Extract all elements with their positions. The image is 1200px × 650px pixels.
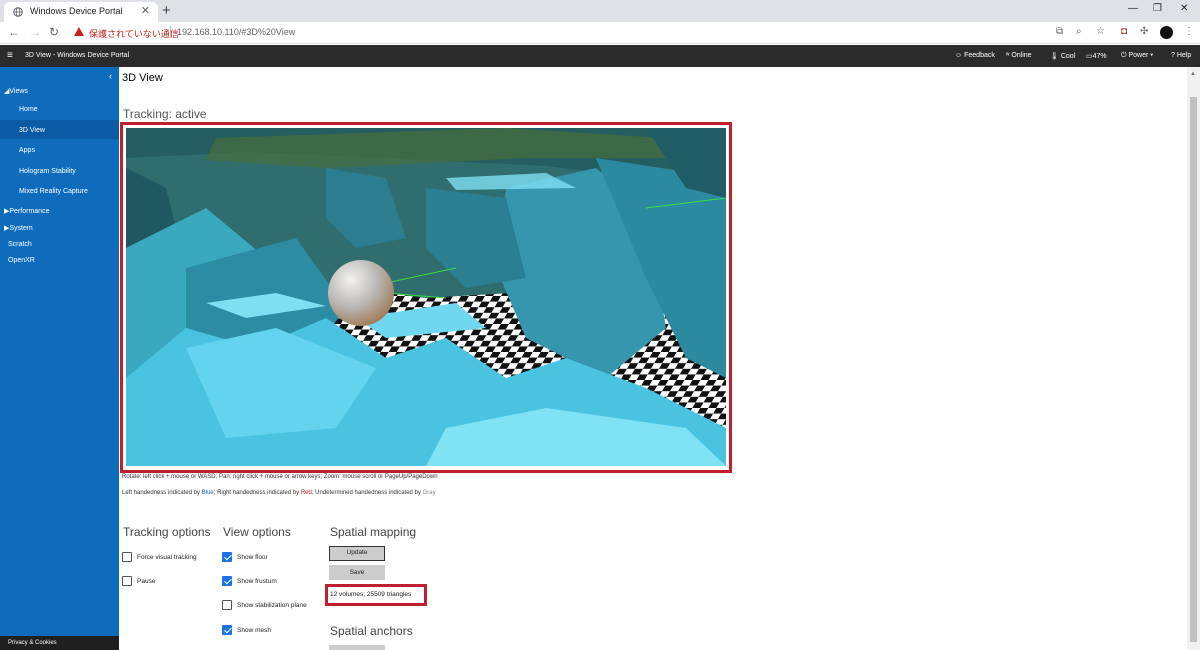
- feedback-button[interactable]: ☺ Feedback: [955, 52, 995, 59]
- address-bar[interactable]: 192.168.10.110/#3D%20View: [177, 27, 295, 37]
- tracking-status: Tracking: active: [123, 107, 207, 121]
- reload-icon[interactable]: ↻: [49, 25, 59, 39]
- sidebar-item-openxr[interactable]: OpenXR: [8, 257, 35, 264]
- battery-icon: ▭: [1086, 53, 1093, 60]
- help-icon: ?: [1171, 52, 1175, 59]
- save-button[interactable]: Save: [329, 565, 385, 580]
- mesh-stats: 12 volumes; 25509 triangles: [325, 584, 427, 606]
- 3d-viewport[interactable]: [126, 128, 726, 466]
- translate-icon[interactable]: ⧉: [1056, 26, 1063, 37]
- window-close-icon[interactable]: ✕: [1180, 3, 1188, 14]
- profile-avatar[interactable]: [1160, 26, 1173, 39]
- security-warning-label[interactable]: 保護されていない通信: [89, 27, 179, 40]
- page-scrollbar[interactable]: ▲: [1187, 67, 1200, 650]
- viewer-highlight-frame: [120, 122, 732, 473]
- handedness-legend: Left handedness indicated by Blue; Right…: [122, 490, 436, 496]
- signal-icon: ʷ: [1006, 52, 1010, 59]
- main-content: 3D View Tracking: active Rotate: left cl…: [119, 67, 1187, 650]
- browser-toolbar: ← → ↻ 保護されていない通信 192.168.10.110/#3D%20Vi…: [0, 22, 1200, 44]
- sidebar-item-hologram-stability[interactable]: Hologram Stability: [19, 168, 76, 175]
- help-button[interactable]: ? Help: [1171, 52, 1191, 59]
- temperature-status[interactable]: 🌡 Cool: [1050, 52, 1075, 60]
- sidebar: ‹ ◢Views Home 3D View Apps Hologram Stab…: [0, 67, 119, 650]
- bookmark-star-icon[interactable]: ☆: [1096, 26, 1105, 37]
- tab-title: Windows Device Portal: [30, 6, 123, 16]
- sidebar-group-performance[interactable]: ▶Performance: [4, 207, 49, 215]
- power-icon: ⏻: [1121, 52, 1127, 59]
- extension-shield-icon[interactable]: ◘: [1121, 26, 1127, 37]
- spatial-mesh-render: [126, 128, 726, 466]
- zoom-icon[interactable]: ⌕: [1076, 26, 1082, 37]
- back-arrow-icon[interactable]: ←: [8, 25, 20, 39]
- power-menu-button[interactable]: ⏻ Power ▾: [1121, 52, 1153, 60]
- smiley-icon: ☺: [955, 52, 963, 59]
- sidebar-item-scratch[interactable]: Scratch: [8, 241, 32, 248]
- pause-checkbox[interactable]: [122, 576, 132, 586]
- hamburger-menu-icon[interactable]: ≡: [7, 50, 13, 61]
- restore-icon[interactable]: ❐: [1153, 3, 1162, 14]
- warning-icon[interactable]: [74, 27, 84, 36]
- app-title: 3D View - Windows Device Portal: [25, 52, 130, 59]
- sidebar-group-views[interactable]: ◢Views: [4, 87, 28, 95]
- new-tab-icon[interactable]: +: [162, 2, 171, 20]
- globe-icon: [13, 7, 23, 17]
- url-separator: [170, 26, 171, 38]
- app-header: ≡ 3D View - Windows Device Portal ☺ Feed…: [0, 45, 1200, 67]
- page-title: 3D View: [122, 72, 163, 84]
- show-floor-checkbox[interactable]: [222, 552, 232, 562]
- tracking-options-heading: Tracking options: [123, 525, 211, 539]
- spatial-mapping-heading: Spatial mapping: [330, 525, 417, 539]
- privacy-link[interactable]: Privacy & Cookies: [0, 636, 119, 650]
- sidebar-group-system[interactable]: ▶System: [4, 224, 33, 232]
- extensions-puzzle-icon[interactable]: ✣: [1140, 26, 1148, 37]
- update-button[interactable]: Update: [329, 546, 385, 561]
- sidebar-item-apps[interactable]: Apps: [19, 147, 35, 154]
- collapse-sidebar-icon[interactable]: ‹: [109, 71, 112, 81]
- show-stabilization-plane-checkbox[interactable]: [222, 600, 232, 610]
- show-mesh-checkbox[interactable]: [222, 625, 232, 635]
- show-frustum-checkbox[interactable]: [222, 576, 232, 586]
- online-status[interactable]: ʷ Online: [1006, 52, 1032, 59]
- scrollbar-thumb[interactable]: [1190, 97, 1197, 642]
- view-options-heading: View options: [223, 525, 291, 539]
- tab-close-icon[interactable]: ✕: [141, 4, 150, 17]
- browser-tab-strip: Windows Device Portal ✕ + — ❐ ✕: [0, 0, 1200, 22]
- spatial-anchors-button[interactable]: [329, 645, 385, 650]
- battery-status[interactable]: ▭47%: [1086, 52, 1107, 60]
- browser-menu-icon[interactable]: ⋮: [1184, 26, 1194, 37]
- browser-tab[interactable]: Windows Device Portal ✕: [4, 2, 158, 22]
- controls-hint: Rotate: left click + mouse or WASD; Pan:…: [122, 474, 438, 480]
- spatial-anchors-heading: Spatial anchors: [330, 624, 413, 638]
- minimize-icon[interactable]: —: [1128, 3, 1138, 14]
- sidebar-item-3d-view[interactable]: 3D View: [0, 120, 119, 139]
- sidebar-item-home[interactable]: Home: [19, 106, 38, 113]
- scroll-up-icon[interactable]: ▲: [1190, 71, 1196, 77]
- force-visual-tracking-checkbox[interactable]: [122, 552, 132, 562]
- sidebar-item-mixed-reality-capture[interactable]: Mixed Reality Capture: [19, 188, 88, 195]
- thermometer-icon: 🌡: [1050, 53, 1059, 60]
- forward-arrow-icon[interactable]: →: [29, 25, 41, 39]
